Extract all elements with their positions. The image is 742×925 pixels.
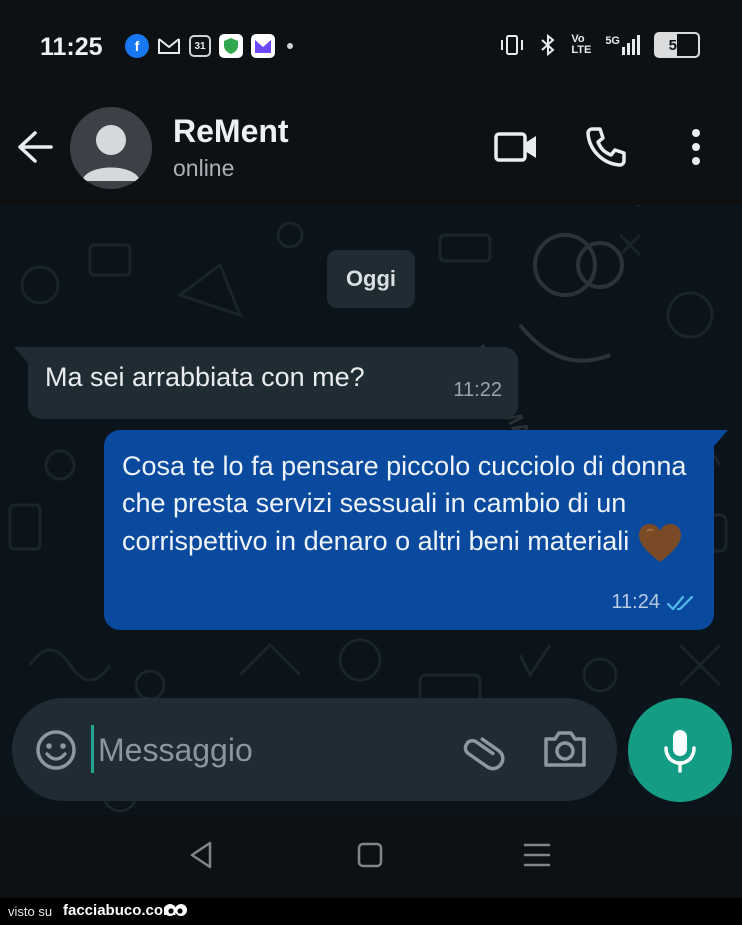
eyes-logo-icon [164,904,187,916]
nav-back-button[interactable] [186,839,216,876]
notification-icons: f 31 [125,34,293,58]
bubble-tail [714,430,728,446]
voice-call-button[interactable] [584,125,628,174]
triangle-back-icon [190,841,212,869]
dot-icon [287,43,293,49]
emoji-button[interactable] [34,728,78,777]
5g-signal-icon: 5G [605,35,640,55]
vibrate-icon [501,35,524,55]
shield-icon [219,34,243,58]
paperclip-icon [463,737,505,771]
battery-icon: 50 [654,32,700,58]
network-type: 5G [605,35,620,47]
chat-header: ReMent online [0,95,742,205]
camera-icon [544,731,586,767]
video-call-icon [494,132,536,162]
incoming-message[interactable]: Ma sei arrabbiata con me? 11:22 [14,347,518,419]
message-time: 11:22 [453,379,502,401]
default-avatar-icon [82,125,140,181]
square-home-icon [357,842,383,868]
text-caret [91,725,94,773]
status-bar: 11:25 f 31 Vo LTE 5G 50 [0,0,742,95]
proton-mail-icon [251,34,275,58]
screen: 11:25 f 31 Vo LTE 5G 50 ReMent online Og… [0,0,742,925]
battery-level: 50 [668,36,686,54]
bluetooth-icon [541,33,555,57]
back-button[interactable] [15,129,55,170]
arrow-left-icon [18,131,53,163]
emoji-icon [36,730,76,770]
avatar[interactable] [70,107,152,189]
nav-home-button[interactable] [355,839,385,876]
watermark-footer: visto su facciabuco.com [0,898,742,925]
outgoing-message[interactable]: Cosa te lo fa pensare piccolo cucciolo d… [104,430,728,630]
bubble-tail [14,347,28,363]
message-body: Cosa te lo fa pensare piccolo cucciolo d… [122,448,697,564]
voice-message-button[interactable] [628,698,732,802]
facebook-icon: f [125,34,149,58]
footer-visto: visto su [8,904,53,919]
nav-recents-button[interactable] [522,839,552,876]
attach-button[interactable] [462,727,506,776]
calendar-icon: 31 [189,35,211,57]
message-composer[interactable]: Messaggio [12,698,617,801]
phone-call-icon [586,127,626,167]
microphone-icon [664,730,696,773]
contact-status: online [173,155,235,181]
message-text: Cosa te lo fa pensare piccolo cucciolo d… [122,451,687,557]
more-options-icon [692,129,700,165]
message-text: Ma sei arrabbiata con me? [45,362,365,392]
read-ticks-icon [666,595,694,610]
contact-name[interactable]: ReMent [173,113,289,150]
message-meta: 11:24 [611,591,698,614]
video-call-button[interactable] [493,125,539,174]
footer-site[interactable]: facciabuco.com [63,902,176,919]
status-time: 11:25 [40,33,103,61]
more-options-button[interactable] [684,125,708,174]
volte-icon: Vo LTE [571,34,591,56]
date-chip: Oggi [327,250,415,308]
navigation-bar [0,815,742,898]
message-input[interactable]: Messaggio [98,732,253,769]
message-time: 11:24 [611,591,660,613]
volte-bottom: LTE [571,44,592,56]
menu-lines-icon [523,843,551,867]
camera-button[interactable] [542,727,588,776]
system-icons: Vo LTE 5G 50 [499,32,700,58]
brown-heart-emoji [639,524,682,562]
gmail-icon [157,34,181,58]
